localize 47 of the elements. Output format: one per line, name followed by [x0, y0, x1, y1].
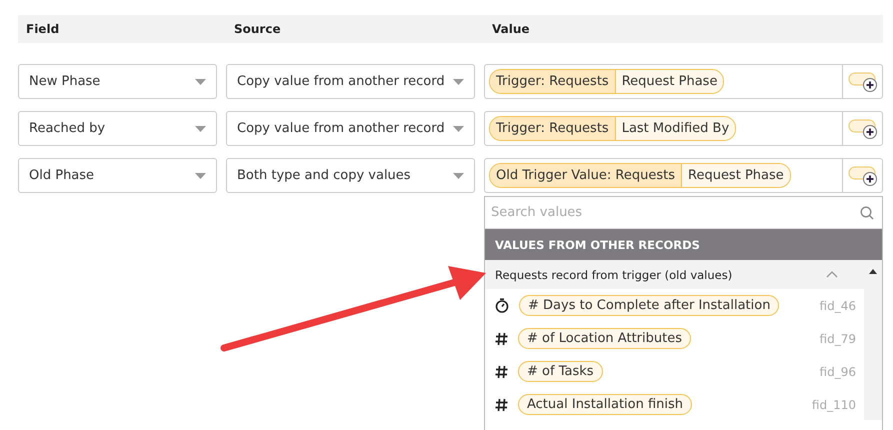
- search-icon: [860, 206, 874, 220]
- search-field[interactable]: Search values: [489, 204, 860, 221]
- toggle-plus-icon[interactable]: [848, 164, 878, 186]
- value-option[interactable]: # of Location Attributes fid_79: [485, 322, 864, 355]
- column-header: Field: [25, 22, 60, 36]
- section-header: VALUES FROM OTHER RECORDS: [485, 229, 882, 260]
- field-token: # Days to Complete after Installation: [519, 295, 780, 316]
- value-token: Trigger: Requests Last Modified By: [489, 116, 736, 141]
- toggle-plus-icon[interactable]: [848, 118, 878, 140]
- source-select[interactable]: Copy value from another record: [226, 64, 475, 99]
- field-token: Actual Installation finish: [518, 394, 692, 415]
- caret-icon: [195, 172, 206, 178]
- value-token: Old Trigger Value: Requests Request Phase: [489, 163, 791, 188]
- field-id: fid_110: [812, 398, 856, 412]
- value-token: Trigger: Requests Request Phase: [489, 69, 724, 94]
- field-id: fid_96: [820, 364, 856, 378]
- field-id: fid_46: [820, 298, 856, 312]
- caret-icon: [195, 78, 206, 84]
- field-token: # of Tasks: [518, 361, 603, 382]
- field-id: fid_79: [820, 332, 856, 346]
- value-field[interactable]: Trigger: Requests Request Phase: [484, 64, 883, 99]
- value-option[interactable]: # of Tasks fid_96: [485, 355, 864, 388]
- scroll-up-icon[interactable]: [869, 269, 877, 274]
- source-select[interactable]: Both type and copy values: [226, 158, 475, 193]
- column-header: Source: [233, 22, 282, 36]
- number-icon: [495, 398, 508, 412]
- value-option[interactable]: Actual Installation finish fid_110: [485, 388, 864, 421]
- field-select[interactable]: Old Phase: [18, 158, 217, 193]
- value-option[interactable]: # Days to Complete after Installation fid_46: [485, 289, 864, 322]
- field-select[interactable]: Reached by: [18, 111, 217, 146]
- field-select[interactable]: New Phase: [18, 64, 217, 99]
- caret-icon: [195, 126, 206, 132]
- caret-icon: [453, 172, 464, 178]
- field-token: # of Location Attributes: [518, 328, 691, 349]
- column-header: Value: [491, 22, 531, 36]
- scrollbar[interactable]: [864, 260, 882, 420]
- source-select[interactable]: Copy value from another record: [226, 111, 475, 146]
- caret-icon: [453, 126, 464, 132]
- stopwatch-icon: [495, 298, 509, 313]
- chevron-icon: [826, 271, 838, 278]
- caret-icon: [453, 78, 464, 84]
- value-field[interactable]: Trigger: Requests Last Modified By: [484, 111, 883, 146]
- number-icon: [495, 364, 508, 378]
- value-field[interactable]: Old Trigger Value: Requests Request Phase: [484, 158, 883, 193]
- toggle-plus-icon[interactable]: [848, 70, 878, 92]
- number-icon: [495, 332, 508, 346]
- group-header[interactable]: Requests record from trigger (old values): [485, 260, 864, 289]
